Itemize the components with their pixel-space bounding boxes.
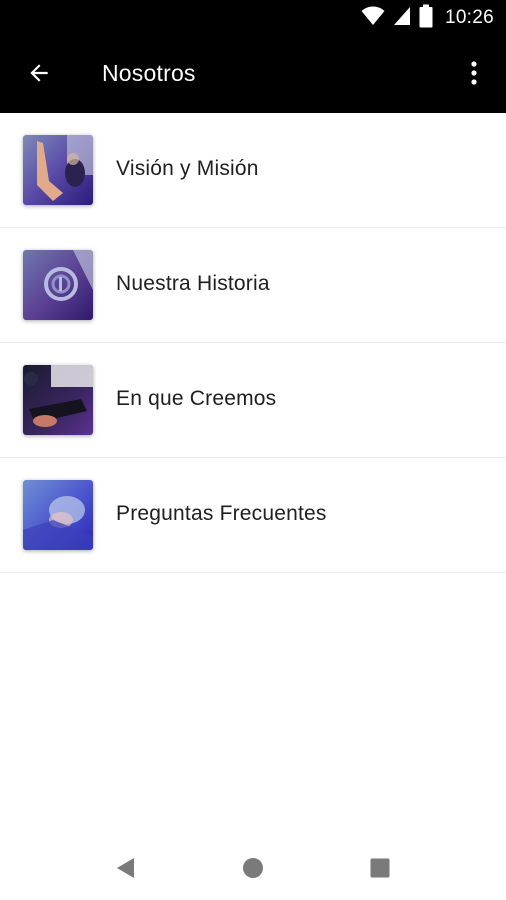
nav-back-icon <box>116 857 136 884</box>
arrow-back-icon <box>26 60 52 91</box>
signal-icon <box>393 6 411 31</box>
list-item-vision-mision[interactable]: Visión y Misión <box>0 113 506 228</box>
battery-icon <box>419 4 433 33</box>
menu-list: Visión y Misión Nuestra Historia En que … <box>0 113 506 573</box>
more-vert-icon <box>470 60 478 91</box>
nav-recents-button[interactable] <box>362 852 398 888</box>
status-time: 10:26 <box>444 7 494 28</box>
nav-home-icon <box>242 857 264 884</box>
back-button[interactable] <box>18 54 60 96</box>
navigation-bar <box>0 838 506 900</box>
status-icons: 10:26 <box>361 4 494 33</box>
list-item-label: En que Creemos <box>116 387 277 410</box>
list-item-preguntas-frecuentes[interactable]: Preguntas Frecuentes <box>0 458 506 573</box>
status-bar: 10:26 <box>0 0 506 36</box>
list-item-label: Nuestra Historia <box>116 272 270 295</box>
list-item-label: Visión y Misión <box>116 157 259 180</box>
logo-sign-photo-thumbnail <box>23 250 93 320</box>
screen: 10:26 Nosotros Visión y Misión Nuestra H… <box>0 0 506 900</box>
nav-recents-icon <box>370 858 390 883</box>
list-item-nuestra-historia[interactable]: Nuestra Historia <box>0 228 506 343</box>
worship-photo-thumbnail <box>23 135 93 205</box>
prayer-photo-thumbnail <box>23 480 93 550</box>
app-bar: Nosotros <box>0 36 506 113</box>
bible-photo-thumbnail <box>23 365 93 435</box>
wifi-icon <box>361 6 385 31</box>
nav-home-button[interactable] <box>235 852 271 888</box>
overflow-menu-button[interactable] <box>456 54 492 96</box>
list-item-label: Preguntas Frecuentes <box>116 502 327 525</box>
list-item-en-que-creemos[interactable]: En que Creemos <box>0 343 506 458</box>
page-title: Nosotros <box>102 60 196 86</box>
nav-back-button[interactable] <box>108 852 144 888</box>
